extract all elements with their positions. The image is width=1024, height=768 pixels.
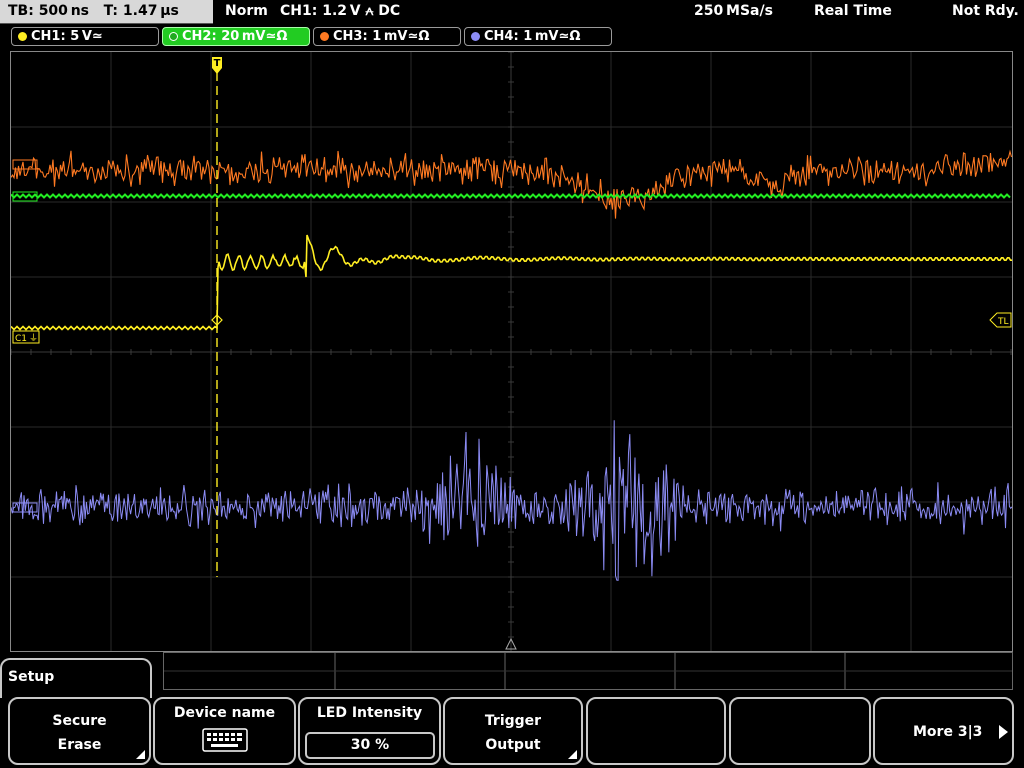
trigger-output-label-2: Output [485,737,541,753]
channel-markers: T C1 ⏚ TL [12,57,1012,650]
more-button[interactable]: More 3|3 [873,697,1014,765]
ch3-color-dot [320,32,329,41]
led-intensity-button[interactable]: LED Intensity 30 % [298,697,441,765]
trigger-level-label: TL [997,317,1009,327]
secure-erase-button[interactable]: Secure Erase [8,697,151,765]
trigger-output-button[interactable]: Trigger Output [443,697,583,765]
ch1-color-dot [18,32,27,41]
trigger-source[interactable]: CH1: 1.2 V ⩜ DC [280,3,400,19]
menu-title: Setup [8,669,55,685]
arrow-right-icon [999,725,1008,739]
timebase-trigger-readout: TB: 500 ns T: 1.47 µs [8,3,179,19]
ch2-trace [11,193,1011,199]
trigger-position-marker[interactable]: T [212,57,222,74]
softkey-empty-5[interactable] [586,697,726,765]
acquisition-mode: Real Time [814,3,892,19]
channel-tab-ch2[interactable]: CH2: 20 mV≃Ω [162,27,310,46]
timebase-value: TB: 500 ns [8,3,90,19]
led-intensity-value[interactable]: 30 % [305,732,435,759]
secure-erase-label-1: Secure [52,713,107,729]
trigger-mode[interactable]: Norm [225,3,268,19]
sample-rate: 250 MSa/s [694,3,773,19]
info-strip [163,652,1013,690]
trigger-level-marker[interactable]: TL [989,312,1012,328]
channel-tab-ch4[interactable]: CH4: 1 mV≃Ω [464,27,612,46]
svg-text:⏚: ⏚ [29,333,38,344]
ch3-label: CH3: 1 mV≃Ω [333,29,430,44]
waveform-canvas[interactable]: T C1 ⏚ TL [11,52,1012,651]
channel-tab-ch1[interactable]: CH1: 5 V≃ [11,27,159,46]
ch4-color-dot [471,32,480,41]
trigger-time-value: T: 1.47 µs [103,3,179,19]
softkey-empty-6[interactable] [729,697,871,765]
more-label: More 3|3 [913,724,983,740]
keyboard-icon [202,728,248,752]
ch1-label: CH1: 5 V≃ [31,29,103,44]
secure-erase-label-2: Erase [57,737,102,753]
submenu-corner-icon [136,750,145,759]
trigger-pos-letter: T [214,58,221,69]
submenu-corner-icon [568,750,577,759]
device-name-label: Device name [173,705,276,721]
ch2-label: CH2: 20 mV≃Ω [182,29,288,44]
led-intensity-label: LED Intensity [316,705,423,721]
ch1-offset-marker[interactable]: C1 ⏚ [12,330,40,344]
graticule-grid [11,52,1012,651]
acquisition-state: Not Rdy. [952,3,1019,19]
channel-tab-ch3[interactable]: CH3: 1 mV≃Ω [313,27,461,46]
info-strip-dividers [164,653,1012,689]
ch2-color-dot [169,32,178,41]
ch1-marker-label: C1 [15,334,27,344]
ch4-label: CH4: 1 mV≃Ω [484,29,581,44]
waveform-display[interactable]: T C1 ⏚ TL [10,51,1013,652]
trigger-output-label-1: Trigger [484,713,542,729]
device-name-button[interactable]: Device name [153,697,296,765]
